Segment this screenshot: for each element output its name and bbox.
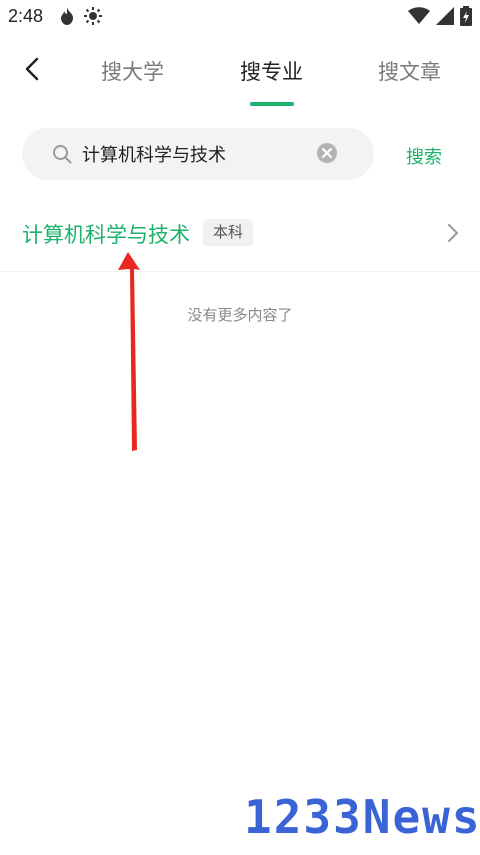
status-right-icons — [408, 6, 472, 26]
search-icon — [53, 145, 72, 164]
chevron-right-icon — [448, 224, 458, 242]
active-tab-indicator — [250, 102, 294, 106]
result-major-name: 计算机科学与技术 — [22, 223, 190, 247]
degree-badge: 本科 — [203, 219, 254, 246]
flame-icon — [61, 7, 73, 25]
battery-icon — [460, 6, 472, 26]
back-arrow-icon — [25, 57, 39, 81]
top-nav: 搜大学 搜专业 搜文章 — [0, 40, 480, 112]
clear-icon[interactable] — [316, 142, 338, 164]
signal-icon — [436, 7, 454, 25]
wifi-icon — [408, 7, 430, 24]
annotation-arrow-icon — [118, 252, 140, 451]
status-bar: 2:48 — [0, 0, 480, 34]
search-button[interactable]: 搜索 — [406, 143, 442, 169]
watermark-logo: 1233News — [244, 790, 480, 844]
tab-search-article[interactable]: 搜文章 — [378, 56, 441, 86]
no-more-content-text: 没有更多内容了 — [187, 306, 293, 324]
result-list-item[interactable]: 计算机科学与技术 本科 — [0, 200, 480, 272]
search-input[interactable] — [82, 141, 312, 167]
status-time: 2:48 — [8, 6, 44, 26]
tab-search-major[interactable]: 搜专业 — [240, 56, 303, 86]
brightness-icon — [84, 7, 102, 25]
back-button[interactable] — [18, 54, 48, 84]
tab-search-university[interactable]: 搜大学 — [101, 56, 164, 86]
status-left-icons — [58, 6, 102, 26]
search-box[interactable] — [22, 128, 374, 180]
